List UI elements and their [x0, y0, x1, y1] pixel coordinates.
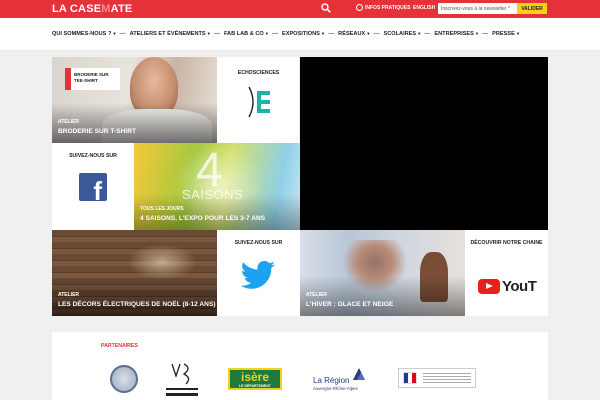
chevron-down-icon: ▾: [418, 31, 421, 36]
tile-hiver[interactable]: ATELIER L'HIVER : GLACE ET NEIGE: [300, 230, 465, 316]
tile-title: LES DÉCORS ÉLECTRIQUES DE NOËL (8-12 ANS…: [58, 301, 216, 308]
nav-label: QUI SOMMES-NOUS ?: [52, 31, 112, 37]
nav-item-scolaires[interactable]: SCOLAIRES ▾: [383, 31, 420, 37]
tile-kind: ATELIER: [306, 292, 328, 298]
nav-item-fab-lab[interactable]: FAB LAB & CO ▾: [224, 31, 268, 37]
nav-separator: —: [271, 31, 278, 37]
isere-sub: LE DÉPARTEMENT: [239, 384, 271, 388]
chevron-down-icon: ▾: [367, 31, 370, 36]
nav-label: FAB LAB & CO: [223, 31, 264, 37]
tile-caption: ATELIER BRODERIE SUR T-SHIRT: [58, 119, 136, 135]
nav-label: RÉSEAUX: [338, 31, 366, 37]
nav-items: QUI SOMMES-NOUS ? ▾ — ATELIERS ET ÉVÉNEME…: [52, 31, 519, 37]
tile-title: BRODERIE SUR T-SHIRT: [58, 128, 137, 135]
tile-follow-twitter[interactable]: SUIVEZ-NOUS SUR: [217, 230, 300, 316]
twitter-icon: [241, 261, 275, 289]
tile-follow-facebook[interactable]: SUIVEZ-NOUS SUR f: [52, 143, 134, 230]
site-logo[interactable]: LA CASEMATE: [52, 3, 132, 15]
tile-caption: TOUS LES JOURS 4 SAISONS, L'EXPO POUR LE…: [140, 206, 265, 222]
facebook-icon: f: [79, 173, 107, 204]
validate-button[interactable]: VALIDER: [517, 3, 547, 14]
card-line-2: TEE-SHIRT: [74, 77, 98, 83]
region-mark-icon: [353, 368, 365, 380]
nav-separator: —: [119, 31, 126, 37]
tile-youtube[interactable]: DÉCOUVRIR NOTRE CHAINE YouT: [465, 230, 548, 316]
newsletter-input[interactable]: [438, 3, 518, 14]
nav-item-qui-sommes-nous[interactable]: QUI SOMMES-NOUS ? ▾: [52, 31, 116, 37]
tile-caption: ATELIER LES DÉCORS ÉLECTRIQUES DE NOËL (…: [58, 292, 216, 308]
logo-text-left: LA CASE: [52, 3, 102, 15]
chevron-down-icon: ▾: [207, 31, 210, 36]
youtube-wordmark: YouT: [502, 278, 537, 295]
partner-logo-grenoble[interactable]: [162, 360, 202, 398]
infos-label: INFOS PRATIQUES: [365, 4, 411, 11]
tile-kind: ATELIER: [58, 119, 80, 125]
nav-separator: —: [213, 31, 220, 37]
region-word: La Région: [313, 376, 350, 385]
home-grid: BRODERIE SUR TEE-SHIRT ATELIER BRODERIE …: [52, 57, 548, 316]
nav-label: EXPOSITIONS: [281, 31, 320, 37]
echosciences-icon: [248, 86, 270, 118]
nav-label: SCOLAIRES: [383, 31, 417, 37]
tile-title: SUIVEZ-NOUS SUR: [69, 153, 117, 159]
nav-item-presse[interactable]: PRESSE ▾: [492, 31, 519, 37]
nav-item-entreprises[interactable]: ENTREPRISES ▾: [434, 31, 478, 37]
nav-separator: —: [373, 31, 380, 37]
partner-logo-region[interactable]: La Région Auvergne-Rhône-Alpes: [311, 366, 373, 394]
clock-icon: [356, 4, 363, 11]
nav-label: ENTREPRISES: [434, 31, 474, 37]
partners-heading: PARTENAIRES: [101, 343, 138, 349]
chevron-down-icon: ▾: [265, 31, 268, 36]
partner-logo-metropole[interactable]: [110, 365, 138, 393]
partner-logo-isere[interactable]: isère LE DÉPARTEMENT: [228, 368, 282, 390]
language-switch[interactable]: ENGLISH: [413, 5, 435, 11]
tile-4-saisons[interactable]: 4 SAISONS TOUS LES JOURS 4 SAISONS, L'EX…: [134, 143, 300, 230]
main-nav: QUI SOMMES-NOUS ? ▾ — ATELIERS ET ÉVÉNEME…: [0, 18, 600, 51]
nav-separator: —: [328, 31, 335, 37]
tile-title: SUIVEZ-NOUS SUR: [234, 240, 283, 246]
card-line-1: BRODERIE SUR: [74, 72, 109, 77]
nav-item-expositions[interactable]: EXPOSITIONS ▾: [282, 31, 324, 37]
embroidery-card: BRODERIE SUR TEE-SHIRT: [65, 68, 120, 90]
tile-title: DÉCOUVRIR NOTRE CHAINE: [470, 240, 543, 246]
tile-decors-noel[interactable]: ATELIER LES DÉCORS ÉLECTRIQUES DE NOËL (…: [52, 230, 217, 316]
tile-echosciences[interactable]: ECHOSCIENCES: [217, 57, 300, 143]
tile-broderie[interactable]: BRODERIE SUR TEE-SHIRT ATELIER BRODERIE …: [52, 57, 217, 143]
partner-logo-ministere[interactable]: [398, 368, 476, 388]
tile-kind: ATELIER: [58, 292, 80, 298]
region-sub: Auvergne-Rhône-Alpes: [313, 386, 358, 391]
nav-label: ATELIERS ET ÉVÉNEMENTS: [129, 31, 206, 37]
photo-lights: [127, 244, 197, 280]
top-bar: LA CASEMATE INFOS PRATIQUES ENGLISH VALI…: [0, 0, 600, 18]
logo-text-mid: M: [101, 3, 111, 15]
nav-item-reseaux[interactable]: RÉSEAUX ▾: [338, 31, 369, 37]
tile-caption: ATELIER L'HIVER : GLACE ET NEIGE: [306, 292, 393, 308]
chevron-down-icon: ▾: [113, 31, 116, 36]
tile-kind: TOUS LES JOURS: [140, 206, 184, 212]
nav-label: PRESSE: [492, 31, 515, 37]
ministere-text-lines: [423, 373, 471, 385]
chevron-down-icon: ▾: [321, 31, 325, 36]
logo-text-right: ATE: [110, 3, 133, 15]
youtube-play-icon: [478, 279, 500, 294]
tile-title: L'HIVER : GLACE ET NEIGE: [306, 301, 394, 308]
nav-separator: —: [424, 31, 431, 37]
nav-item-ateliers[interactable]: ATELIERS ET ÉVÉNEMENTS ▾: [130, 31, 210, 37]
tile-title: 4 SAISONS, L'EXPO POUR LES 3-7 ANS: [140, 215, 266, 222]
video-player[interactable]: [300, 57, 548, 230]
french-flag-icon: [403, 372, 417, 384]
search-icon[interactable]: [321, 3, 331, 13]
tile-title: ECHOSCIENCES: [237, 70, 280, 76]
chevron-down-icon: ▾: [475, 31, 479, 36]
partners-section: PARTENAIRES isère LE DÉPARTEMENT La Régi…: [52, 332, 548, 400]
isere-word: isère: [240, 370, 270, 384]
infos-pratiques-link[interactable]: INFOS PRATIQUES: [356, 4, 410, 11]
youtube-icon: YouT: [478, 278, 537, 295]
chevron-down-icon: ▾: [516, 31, 520, 36]
nav-separator: —: [482, 31, 489, 37]
